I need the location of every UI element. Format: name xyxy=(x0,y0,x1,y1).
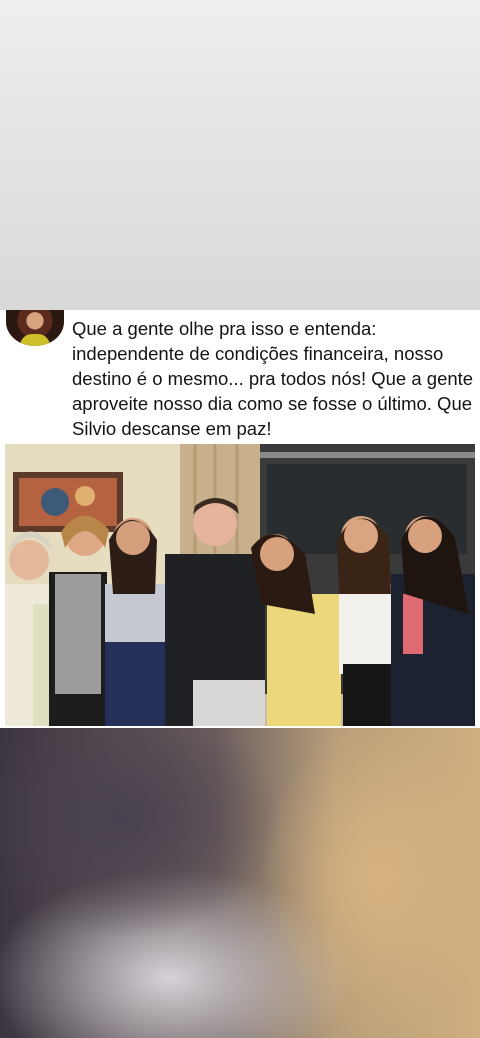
post-text: Que a gente olhe pra isso e entenda: ind… xyxy=(72,318,474,439)
blurred-background-bottom xyxy=(0,728,480,1038)
author-avatar[interactable] xyxy=(6,310,64,346)
post-photo[interactable] xyxy=(5,444,475,726)
post-card: Que a gente olhe pra isso e entenda: ind… xyxy=(0,310,480,728)
blurred-background-top xyxy=(0,0,480,310)
